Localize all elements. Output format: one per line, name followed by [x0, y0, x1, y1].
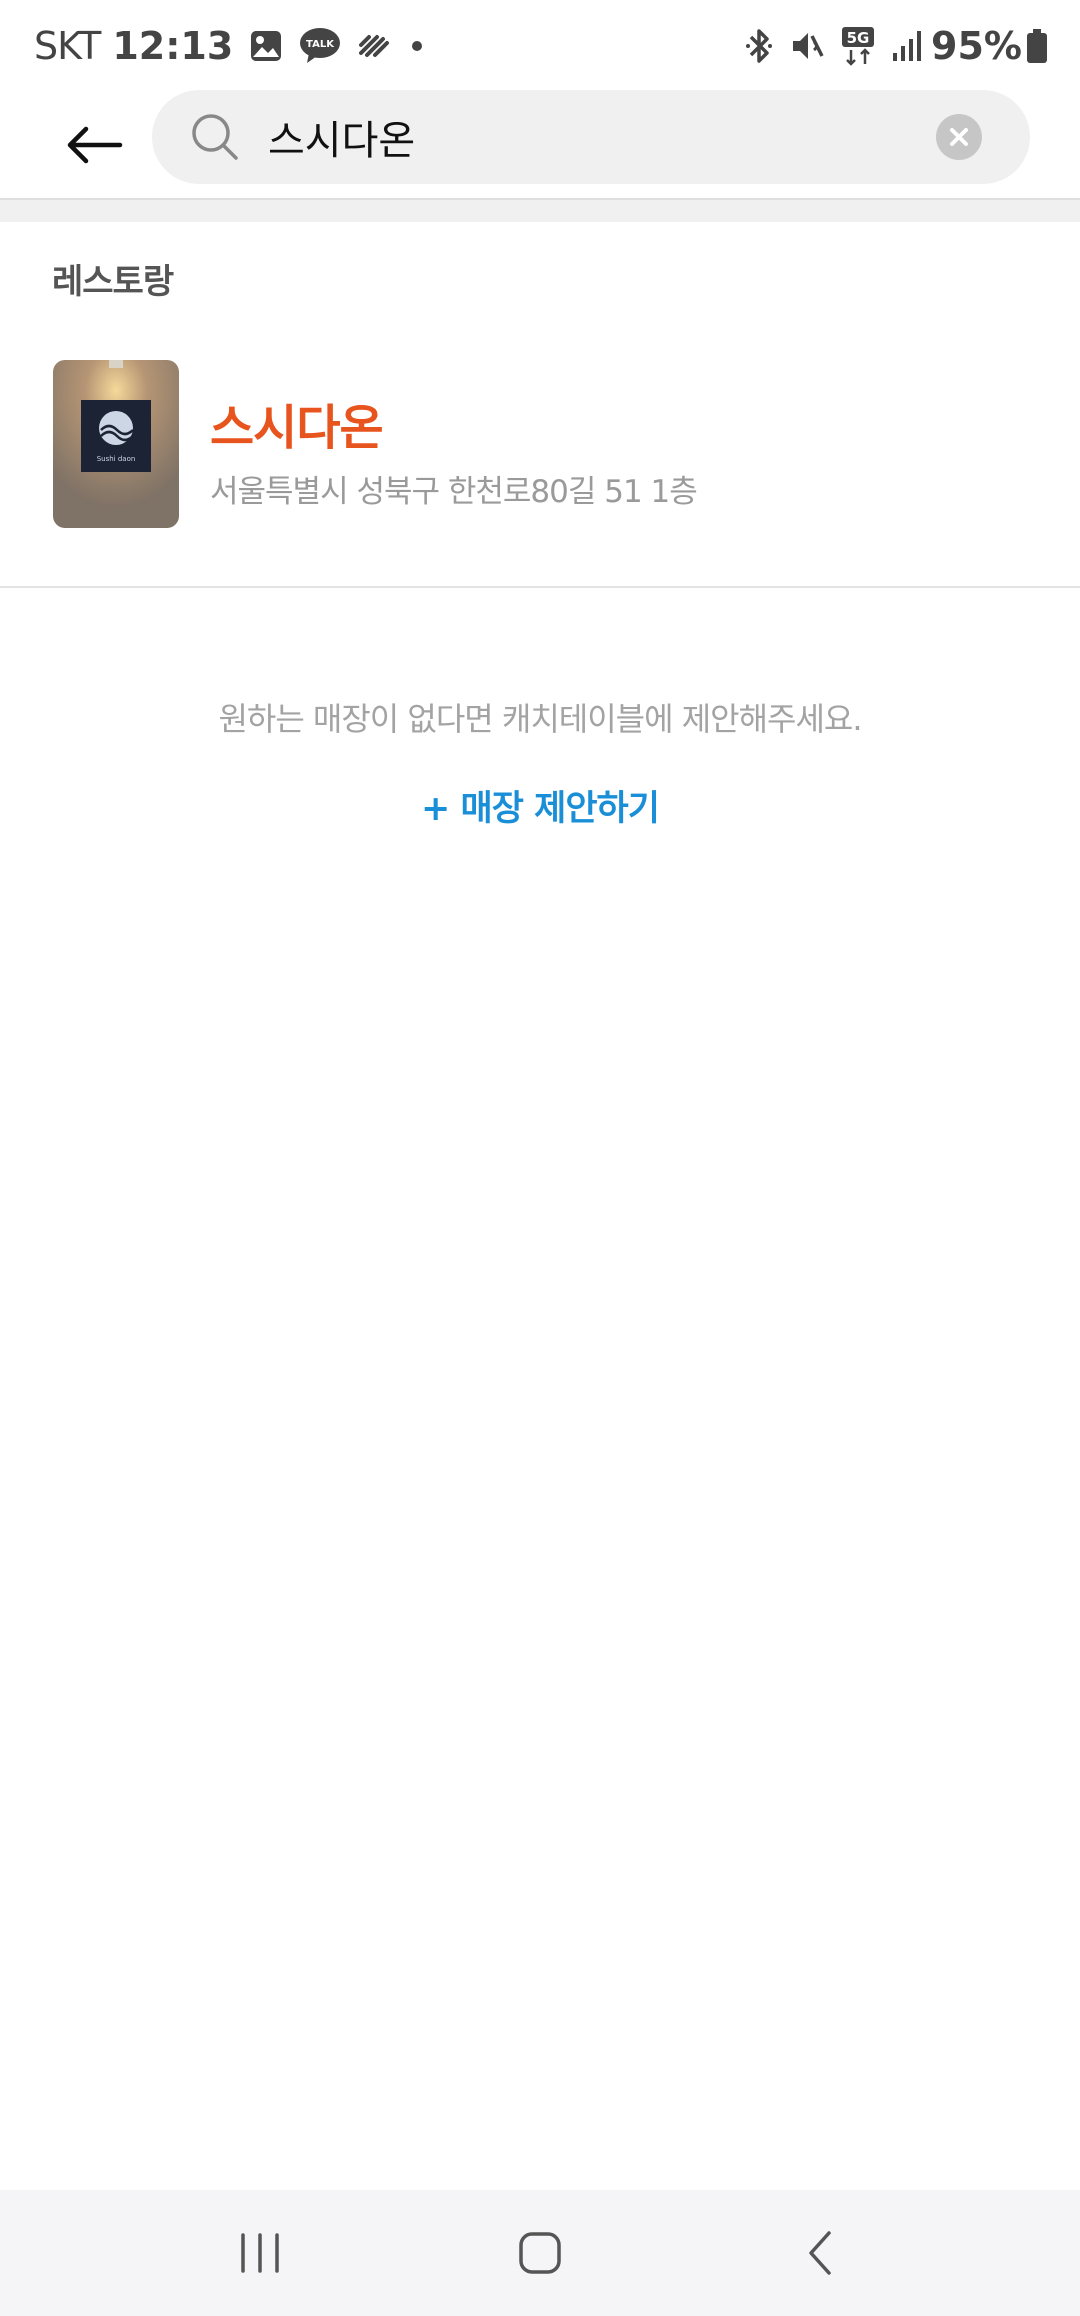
- battery-percent: 95%: [931, 24, 1022, 68]
- sign-text: Sushi daon: [97, 455, 136, 463]
- carrier-label: SKT: [34, 24, 101, 68]
- more-notifications-dot-icon: [407, 36, 427, 56]
- home-button[interactable]: [480, 2203, 600, 2303]
- restaurant-sign-image: Sushi daon: [53, 360, 179, 528]
- home-icon: [519, 2232, 561, 2274]
- search-input[interactable]: [268, 104, 908, 170]
- kakaotalk-icon: TALK: [299, 27, 341, 65]
- system-nav-bar: [0, 2190, 1080, 2316]
- search-box[interactable]: [152, 90, 1030, 184]
- gallery-icon: [249, 29, 283, 63]
- mute-icon: [789, 28, 825, 64]
- status-bar: SKT 12:13 TALK 5G 95%: [0, 0, 1080, 92]
- network-5g-icon: 5G: [841, 26, 875, 66]
- search-header: [0, 90, 1080, 200]
- clear-search-button[interactable]: [936, 114, 982, 160]
- talk-label: TALK: [306, 39, 335, 50]
- section-title: 레스토랑: [52, 262, 174, 302]
- suggest-store-link[interactable]: + 매장 제안하기: [0, 780, 1080, 831]
- status-clock: 12:13: [112, 24, 234, 68]
- suggestion-message: 원하는 매장이 없다면 캐치테이블에 제안해주세요.: [218, 700, 862, 738]
- list-divider: [0, 586, 1080, 588]
- bluetooth-icon: [745, 27, 773, 65]
- nav-back-button[interactable]: [760, 2203, 880, 2303]
- signal-icon: [891, 29, 923, 63]
- section-gap: [0, 200, 1080, 222]
- back-button[interactable]: [58, 112, 130, 178]
- back-icon: [809, 2231, 831, 2275]
- restaurant-thumbnail: Sushi daon: [53, 360, 179, 528]
- recent-apps-icon: [241, 2233, 279, 2273]
- restaurant-name: 스시다온: [210, 400, 384, 456]
- restaurant-result-item[interactable]: Sushi daon 스시다온 서울특별시 성북구 한천로80길 51 1층: [0, 340, 1080, 540]
- status-right: 5G 95%: [729, 24, 1048, 68]
- arrow-left-icon: [67, 126, 123, 164]
- status-left: SKT 12:13 TALK: [34, 24, 427, 68]
- screen: SKT 12:13 TALK 5G 95% 스시다온 레스토랑 Sushi da…: [0, 0, 1080, 2316]
- search-icon: [192, 114, 238, 160]
- battery-icon: [1026, 28, 1048, 64]
- restaurant-address: 서울특별시 성북구 한천로80길 51 1층: [210, 474, 698, 510]
- clear-icon: [950, 128, 968, 146]
- recent-apps-button[interactable]: [200, 2203, 320, 2303]
- notification-app-icon: [357, 31, 391, 61]
- network-label: 5G: [847, 29, 870, 47]
